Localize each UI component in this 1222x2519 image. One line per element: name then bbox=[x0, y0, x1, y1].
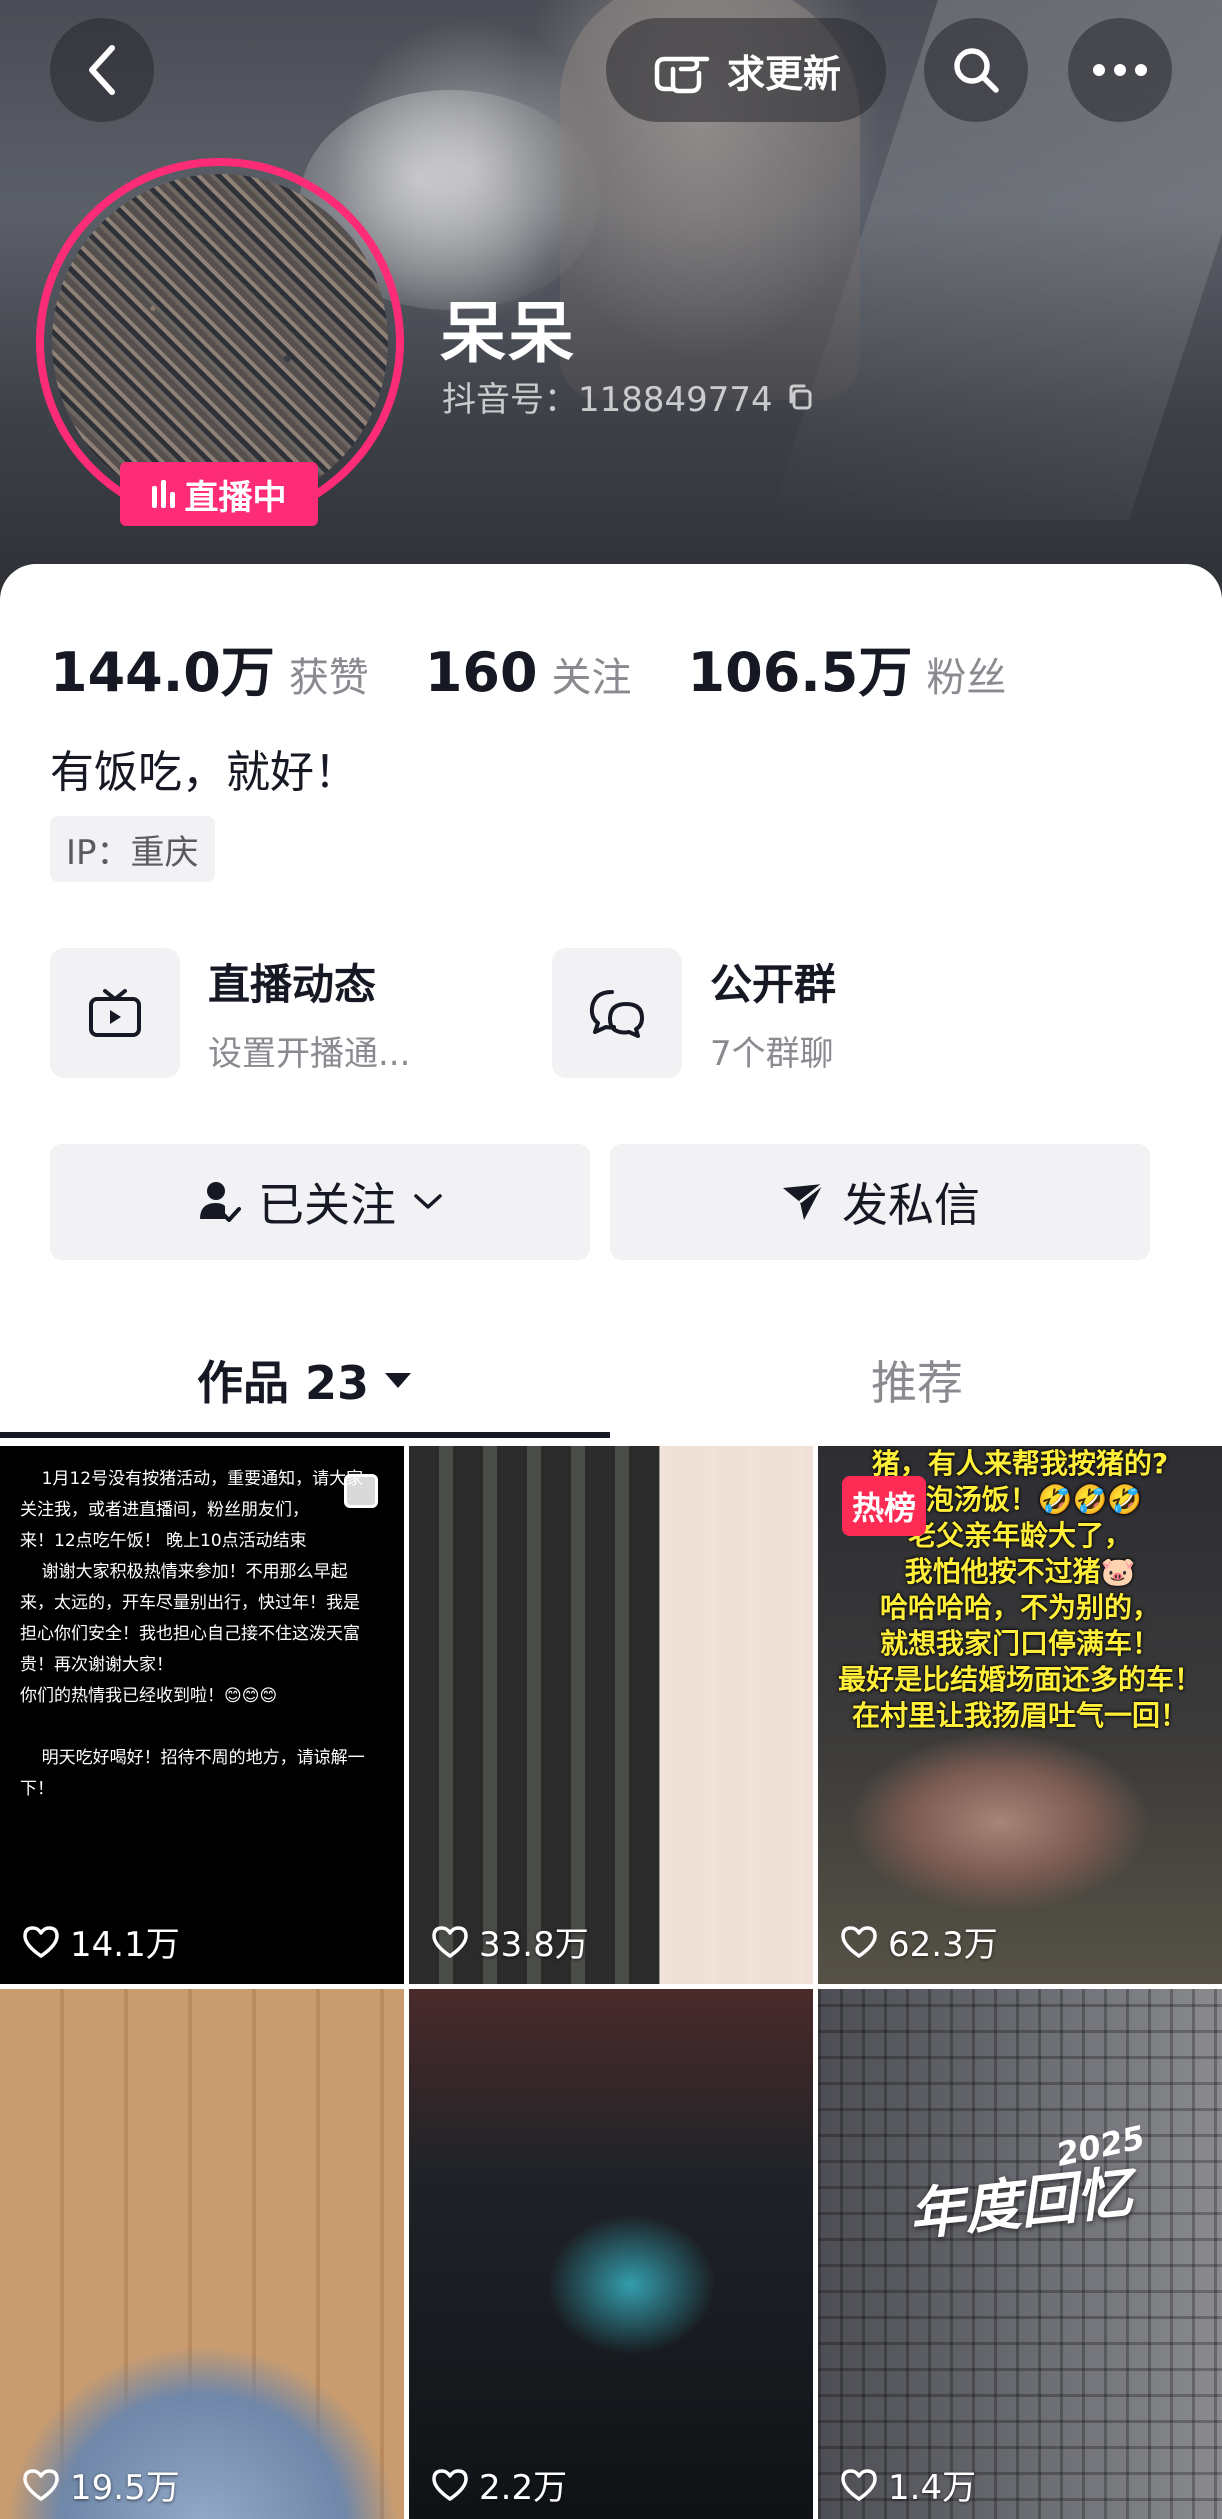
content-tabs: 作品 23 推荐 bbox=[0, 1320, 1222, 1440]
request-update-button[interactable]: 求更新 bbox=[606, 18, 886, 122]
more-button[interactable] bbox=[1068, 18, 1172, 122]
live-bars-icon bbox=[151, 480, 175, 508]
public-group-entry[interactable]: 公开群 7个群聊 bbox=[552, 948, 836, 1078]
video-title-overlay: 年度回忆 bbox=[905, 2160, 1136, 2249]
paper-plane-icon bbox=[783, 1182, 824, 1220]
video-likes-count: 19.5万 bbox=[70, 2468, 180, 2508]
tab-works-label: 作品 23 bbox=[196, 1356, 370, 1410]
send-message-label: 发私信 bbox=[842, 1178, 980, 1232]
video-thumbnail[interactable]: 2.2万 bbox=[409, 1989, 813, 2519]
live-badge-label: 直播中 bbox=[184, 477, 287, 518]
stat-value: 144.0万 bbox=[50, 641, 275, 704]
heart-icon bbox=[841, 1925, 877, 1958]
hot-list-badge: 热榜 bbox=[842, 1476, 927, 1536]
back-button[interactable] bbox=[50, 18, 154, 122]
live-updates-title: 直播动态 bbox=[208, 960, 377, 1009]
chevron-left-icon bbox=[89, 45, 115, 95]
live-updates-entry[interactable]: 直播动态 设置开播通... bbox=[50, 948, 410, 1078]
video-likes: 2.2万 bbox=[431, 2460, 567, 2509]
profile-bio: 有饭吃，就好！ bbox=[50, 747, 358, 798]
active-tab-indicator bbox=[0, 1432, 610, 1438]
avatar bbox=[52, 174, 388, 510]
stat-likes[interactable]: 144.0万 获赞 bbox=[50, 628, 369, 707]
video-likes: 33.8万 bbox=[431, 1917, 589, 1966]
video-likes: 1.4万 bbox=[840, 2460, 976, 2509]
stat-value: 106.5万 bbox=[687, 641, 913, 704]
video-thumbnail[interactable]: 猪，有人来帮我按猪的? 吃泡汤饭！🤣🤣🤣 老父亲年龄大了， 我怕他按不过猪🐷 哈… bbox=[818, 1446, 1222, 1984]
video-likes-count: 33.8万 bbox=[479, 1925, 589, 1965]
video-thumbnail[interactable]: 1月12号没有按猪活动，重要通知，请大家 关注我，或者进直播间，粉丝朋友们， 来… bbox=[0, 1446, 404, 1984]
heart-icon bbox=[841, 2468, 877, 2501]
video-thumbnail[interactable]: 19.5万 bbox=[0, 1989, 404, 2519]
live-status-badge[interactable]: 直播中 bbox=[120, 462, 318, 526]
douyin-id-text: 抖音号：118849774 bbox=[442, 380, 773, 420]
heart-icon bbox=[23, 2468, 59, 2501]
tab-works[interactable]: 作品 23 bbox=[0, 1320, 610, 1440]
more-dots-icon bbox=[1093, 64, 1147, 76]
public-group-icon-box bbox=[552, 948, 682, 1078]
stat-followers[interactable]: 106.5万 粉丝 bbox=[688, 628, 1007, 707]
chat-bubbles-icon bbox=[589, 990, 644, 1038]
search-button[interactable] bbox=[924, 18, 1028, 122]
pointing-hand-icon bbox=[654, 56, 710, 94]
video-likes-count: 14.1万 bbox=[70, 1925, 180, 1965]
video-likes-count: 2.2万 bbox=[479, 2468, 568, 2508]
video-likes: 14.1万 bbox=[22, 1917, 180, 1966]
video-likes: 62.3万 bbox=[840, 1917, 998, 1966]
stats-row: 144.0万 获赞 160 关注 106.5万 粉丝 bbox=[50, 628, 1062, 707]
heart-icon bbox=[432, 1925, 468, 1958]
heart-icon bbox=[432, 2468, 468, 2501]
stat-label: 获赞 bbox=[288, 655, 369, 701]
douyin-id[interactable]: 抖音号：118849774 bbox=[442, 372, 815, 421]
tab-recommend-label: 推荐 bbox=[871, 1356, 963, 1410]
stat-value: 160 bbox=[424, 641, 538, 704]
video-thumbnail[interactable]: 33.8万 bbox=[409, 1446, 813, 1984]
following-label: 已关注 bbox=[258, 1178, 396, 1232]
public-group-subtitle: 7个群聊 bbox=[710, 1034, 834, 1074]
live-updates-subtitle: 设置开播通... bbox=[208, 1034, 411, 1074]
copy-icon bbox=[789, 384, 812, 409]
multi-image-icon bbox=[344, 1474, 378, 1508]
video-thumbnail[interactable]: 2025 年度回忆 1.4万 bbox=[818, 1989, 1222, 2519]
user-check-icon bbox=[200, 1182, 241, 1222]
public-group-title: 公开群 bbox=[710, 960, 837, 1009]
caret-down-icon bbox=[385, 1373, 412, 1388]
video-likes-count: 1.4万 bbox=[888, 2468, 977, 2508]
tab-recommend[interactable]: 推荐 bbox=[612, 1320, 1222, 1440]
stat-label: 粉丝 bbox=[926, 655, 1007, 701]
heart-icon bbox=[23, 1925, 59, 1958]
request-update-label: 求更新 bbox=[726, 51, 841, 96]
ip-location-tag: IP：重庆 bbox=[50, 816, 215, 882]
profile-name: 呆呆 bbox=[440, 295, 576, 372]
search-icon bbox=[954, 48, 999, 93]
send-message-button[interactable]: 发私信 bbox=[610, 1144, 1150, 1260]
video-likes: 19.5万 bbox=[22, 2460, 180, 2509]
stat-label: 关注 bbox=[551, 655, 632, 701]
tv-icon bbox=[89, 989, 141, 1037]
live-updates-icon-box bbox=[50, 948, 180, 1078]
chevron-down-icon bbox=[414, 1194, 442, 1209]
video-caption: 1月12号没有按猪活动，重要通知，请大家 关注我，或者进直播间，粉丝朋友们， 来… bbox=[20, 1469, 365, 1799]
stat-following[interactable]: 160 关注 bbox=[425, 641, 632, 704]
following-button[interactable]: 已关注 bbox=[50, 1144, 590, 1260]
video-likes-count: 62.3万 bbox=[888, 1925, 998, 1965]
